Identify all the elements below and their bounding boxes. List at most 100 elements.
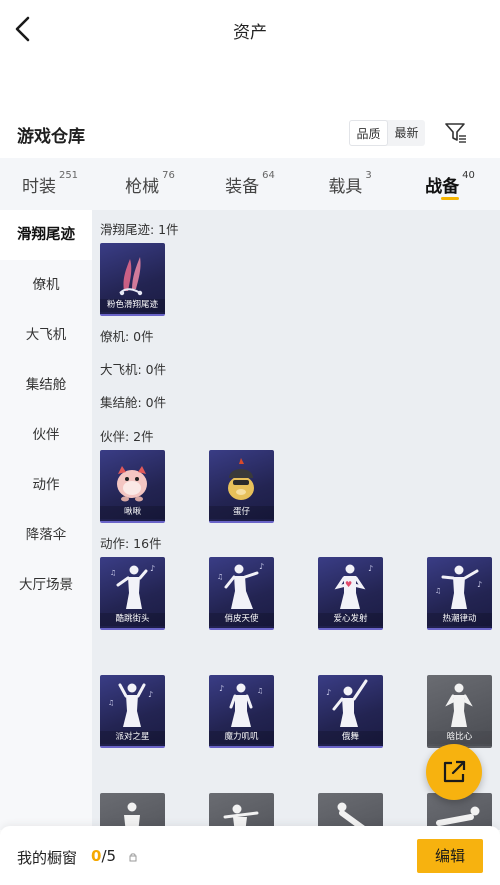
share-icon: [443, 760, 466, 783]
tab-label: 装备: [225, 177, 260, 197]
section-label-partner: 伙伴: 2件: [100, 429, 154, 444]
showcase-count: 0/5: [91, 847, 116, 865]
sort-quality-option[interactable]: 品质: [349, 120, 388, 146]
category-tabs: 时装251 枪械76 装备64 载具3 战备40: [0, 158, 500, 210]
edit-button[interactable]: 编辑: [417, 839, 483, 873]
item-card[interactable]: ♪ ♫ 派对之星: [100, 675, 165, 748]
svg-text:♫: ♫: [110, 569, 116, 577]
section-label-wingman: 僚机: 0件: [100, 329, 154, 344]
assets-page: 资产 游戏仓库 品质 最新 时装251 枪械76 装备64 载具3 战备40 滑…: [0, 0, 500, 885]
page-title: 资产: [233, 23, 267, 43]
item-name: 俏皮天使: [209, 613, 274, 626]
emote-dancer-art: ♪: [326, 679, 368, 727]
emote-dancer-art: [124, 802, 140, 830]
emote-dancer-art: ♪ ♫: [110, 564, 155, 609]
item-grid: 滑翔尾迹: 1件 粉色滑翔尾迹 僚机: 0件 大飞机: 0件 集结舱: 0件 伙…: [92, 210, 500, 830]
showcase-count-total: /5: [101, 847, 117, 865]
svg-text:♪: ♪: [219, 684, 224, 693]
tab-label: 战备: [425, 177, 460, 197]
tab-label: 枪械: [125, 177, 160, 197]
showcase-label: 我的橱窗: [17, 849, 78, 867]
sort-toggle: 品质 最新: [349, 120, 425, 146]
emote-dancer-art: [223, 804, 259, 830]
item-card[interactable]: ♪ ♫ 魔力叽叽: [209, 675, 274, 748]
emote-dancer-art: ♥ ♪: [334, 564, 373, 609]
tab-battle-gear[interactable]: 战备40: [400, 158, 500, 210]
emote-dancer-art: ♪ ♫: [219, 683, 263, 727]
sidebar-item-assembly-pod[interactable]: 集结舱: [0, 360, 92, 410]
showcase-count-current: 0: [91, 847, 102, 865]
item-name: 粉色滑翔尾迹: [100, 299, 165, 312]
svg-text:♥: ♥: [345, 580, 352, 589]
tab-label: 时装: [21, 177, 56, 197]
svg-text:♪: ♪: [477, 580, 482, 589]
sidebar-item-emote[interactable]: 动作: [0, 460, 92, 510]
item-card[interactable]: ♪ ♫ 热潮律动: [427, 557, 492, 630]
tab-equipment[interactable]: 装备64: [200, 158, 300, 210]
sort-newest-option[interactable]: 最新: [388, 120, 425, 146]
emote-dancer-art: [337, 802, 367, 830]
item-card[interactable]: 晗比心: [427, 675, 492, 748]
svg-text:♫: ♫: [108, 699, 114, 707]
glide-trail-art: [119, 257, 143, 296]
item-name: 魔力叽叽: [209, 731, 274, 744]
svg-text:♪: ♪: [148, 690, 153, 699]
top-bar: 资产: [0, 0, 500, 60]
item-name: 热潮律动: [427, 613, 492, 626]
share-button[interactable]: [426, 744, 482, 800]
item-name: 俄舞: [318, 731, 383, 744]
svg-text:♫: ♫: [435, 587, 441, 595]
section-label-assembly-pod: 集结舱: 0件: [100, 395, 167, 410]
tab-vehicles[interactable]: 载具3: [300, 158, 400, 210]
tab-outfit[interactable]: 时装251: [0, 158, 100, 210]
tab-count: 76: [162, 170, 175, 181]
item-card[interactable]: 蛋仔: [209, 450, 274, 523]
emote-dancer-art: ♪ ♫: [217, 562, 264, 609]
svg-text:♪: ♪: [150, 564, 155, 573]
tab-count: 3: [365, 170, 372, 181]
section-label-glide-trail: 滑翔尾迹: 1件: [100, 222, 179, 237]
tab-count: 40: [462, 170, 475, 181]
item-name: 啾啾: [100, 506, 165, 519]
emote-dancer-art: [445, 683, 473, 727]
item-card[interactable]: [209, 793, 274, 830]
emote-dancer-art: ♪ ♫: [108, 683, 153, 727]
tab-count: 64: [262, 170, 275, 181]
sidebar-item-wingman[interactable]: 僚机: [0, 260, 92, 310]
section-label-emote: 动作: 16件: [100, 536, 162, 551]
item-card[interactable]: ♥ ♪ 爱心发射: [318, 557, 383, 630]
item-card[interactable]: 啾啾: [100, 450, 165, 523]
tab-guns[interactable]: 枪械76: [100, 158, 200, 210]
sidebar-item-glide-trail[interactable]: 滑翔尾迹: [0, 210, 92, 260]
item-card[interactable]: ♪ 俄舞: [318, 675, 383, 748]
item-name: 酷跳街头: [100, 613, 165, 626]
tab-label: 载具: [328, 177, 363, 197]
section-label-big-plane: 大飞机: 0件: [100, 362, 167, 377]
svg-text:♫: ♫: [257, 687, 263, 695]
item-card[interactable]: 粉色滑翔尾迹: [100, 243, 165, 316]
svg-text:♪: ♪: [259, 562, 264, 571]
sidebar-item-big-plane[interactable]: 大飞机: [0, 310, 92, 360]
partner-jiujiu-art: [117, 466, 147, 502]
warehouse-title: 游戏仓库: [17, 127, 85, 147]
filter-icon: [445, 123, 466, 143]
item-card[interactable]: [318, 793, 383, 830]
emote-dancer-art: ♪ ♫: [435, 565, 482, 609]
lock-icon: [129, 853, 137, 862]
sidebar-item-lobby-scene[interactable]: 大厅场景: [0, 560, 92, 610]
svg-text:♪: ♪: [326, 688, 331, 697]
sidebar-item-parachute[interactable]: 降落伞: [0, 510, 92, 560]
sidebar: 滑翔尾迹 僚机 大飞机 集结舱 伙伴 动作 降落伞 大厅场景: [0, 210, 92, 830]
item-card[interactable]: [100, 793, 165, 830]
item-name: 蛋仔: [209, 506, 274, 519]
tab-count: 251: [58, 170, 79, 181]
svg-text:♪: ♪: [368, 564, 373, 573]
item-card[interactable]: ♪ ♫ 酷跳街头: [100, 557, 165, 630]
item-name: 爱心发射: [318, 613, 383, 626]
showcase-bar: 我的橱窗 0/5 编辑: [0, 826, 500, 885]
filter-button[interactable]: [444, 120, 468, 146]
item-card[interactable]: ♪ ♫ 俏皮天使: [209, 557, 274, 630]
active-tab-indicator: [441, 197, 459, 200]
sidebar-item-partner[interactable]: 伙伴: [0, 410, 92, 460]
partner-danzai-art: [228, 458, 254, 500]
